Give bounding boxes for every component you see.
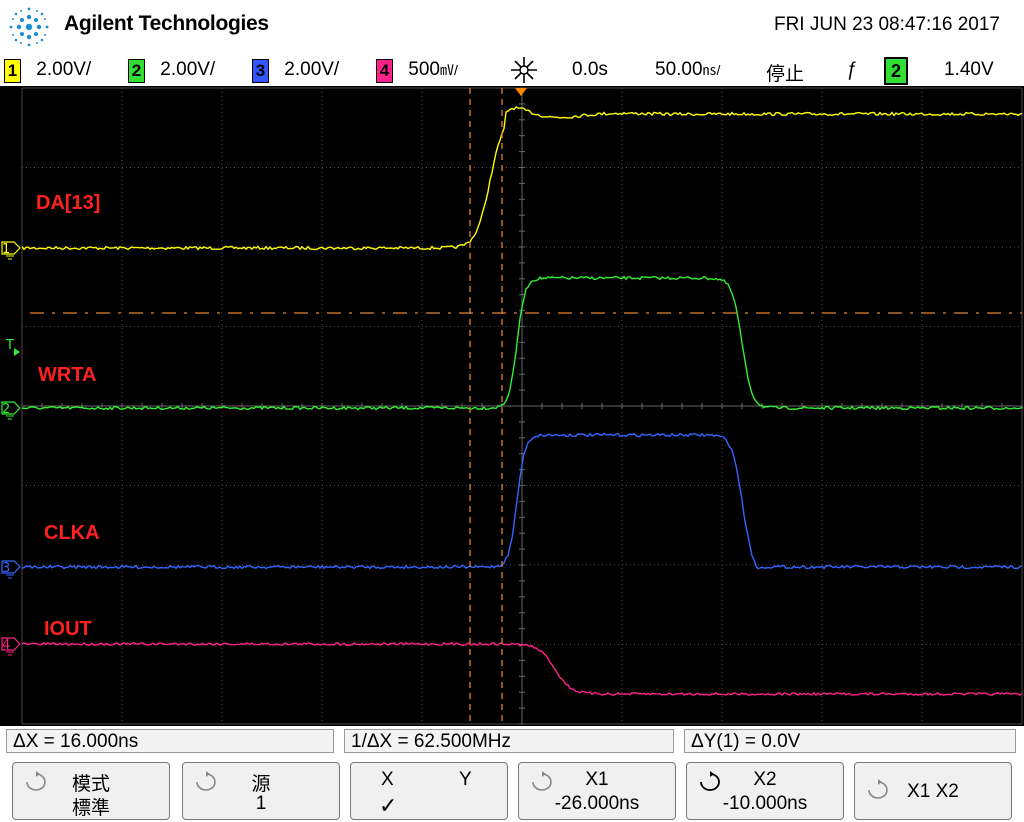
delay-readout[interactable]: 0.0s	[572, 59, 608, 81]
delta-y-readout: ΔY(1) = 0.0V	[684, 729, 1016, 753]
ch3-badge: 3	[252, 59, 269, 83]
ch2-scale[interactable]: 2 2.00V/	[128, 59, 215, 83]
ch3-ground-marker: 3	[2, 561, 10, 576]
ch4-scale[interactable]: 4 500㎷/	[376, 59, 458, 83]
waveform-canvas: 1 2 3 4 T	[1, 87, 1023, 725]
agilent-logo-icon	[9, 7, 49, 47]
trigger-level-arrow	[14, 348, 20, 356]
trigger-level-marker: T	[5, 338, 14, 353]
x-option: X	[381, 769, 394, 790]
date-time: FRI JUN 23 08:47:16 2017	[773, 14, 1000, 35]
trigger-source[interactable]: 2	[884, 57, 908, 85]
waveform-display[interactable]: 1 2 3 4 T DA[13] WRTA CLKA IOUT	[0, 86, 1024, 726]
ch4-badge: 4	[376, 59, 393, 83]
label-wrta: WRTA	[38, 364, 97, 386]
trigger-time-marker	[515, 88, 527, 96]
x1-cursor-softkey[interactable]: X1 -26.000ns	[518, 762, 676, 820]
y-option: Y	[459, 769, 472, 790]
run-state[interactable]: 停止	[766, 59, 804, 86]
brand-name: Agilent Technologies	[64, 12, 269, 35]
trigger-position-icon	[511, 57, 537, 83]
delta-x-readout: ΔX = 16.000ns	[6, 729, 334, 753]
label-iout: IOUT	[44, 618, 92, 640]
ch1-badge: 1	[4, 59, 21, 83]
trigger-level[interactable]: 1.40V	[944, 59, 994, 81]
x2-cursor-softkey[interactable]: X2 -10.000ns	[686, 762, 844, 820]
softkey-bar: 模式 標準 源 1 X Y ✓ X1 -26.000ns X2 -10.000n…	[0, 758, 1024, 822]
ch4-ground-marker: 4	[2, 638, 10, 653]
label-clka: CLKA	[44, 522, 100, 544]
mode-softkey[interactable]: 模式 標準	[12, 762, 170, 820]
ch3-scale[interactable]: 3 2.00V/	[252, 59, 339, 83]
ch1-scale[interactable]: 1 2.00V/	[4, 59, 91, 83]
header: Agilent Technologies FRI JUN 23 08:47:16…	[0, 0, 1024, 54]
label-da13: DA[13]	[36, 192, 101, 214]
ch1-ground-marker: 1	[2, 242, 10, 257]
ch1-ground-marker-ground	[6, 255, 14, 260]
measurement-bar: ΔX = 16.000ns 1/ΔX = 62.500MHz ΔY(1) = 0…	[0, 726, 1024, 758]
ch2-ground-marker-ground	[6, 415, 14, 420]
trigger-edge-icon[interactable]: ƒ	[846, 59, 857, 81]
ch3-ground-marker-ground	[6, 574, 14, 579]
inverse-delta-x-readout: 1/ΔX = 62.500MHz	[344, 729, 674, 753]
ch2-ground-marker: 2	[2, 402, 10, 417]
ch2-badge: 2	[128, 59, 145, 83]
x1x2-softkey[interactable]: X1 X2	[854, 762, 1012, 820]
timebase-readout[interactable]: 50.00㎱/	[655, 59, 720, 81]
xy-softkey[interactable]: X Y ✓	[350, 762, 508, 820]
ch4-ground-marker-ground	[6, 651, 14, 656]
source-softkey[interactable]: 源 1	[182, 762, 340, 820]
check-icon: ✓	[379, 793, 398, 818]
